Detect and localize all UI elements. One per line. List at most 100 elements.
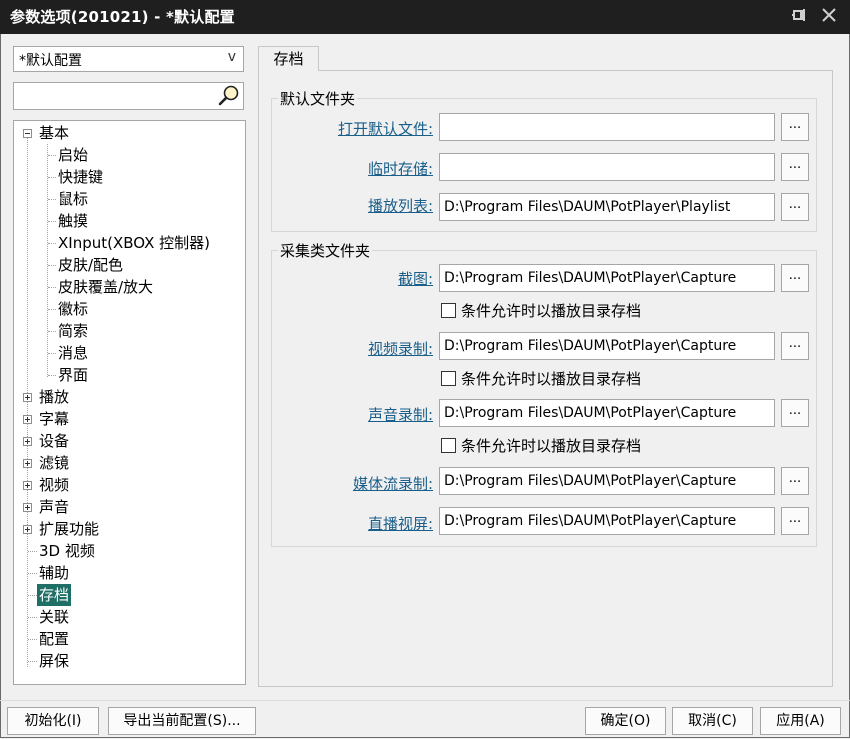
tree-item-interface[interactable]: 界面	[58, 364, 88, 386]
cancel-button[interactable]: 取消(C)	[672, 707, 753, 735]
tree-connector	[48, 331, 56, 332]
tree-connector	[48, 287, 56, 288]
search-box[interactable]	[13, 82, 244, 110]
tree-item-screensaver[interactable]: 屏保	[39, 650, 69, 672]
close-icon[interactable]	[820, 5, 838, 25]
tree-item-playback[interactable]: 播放	[39, 386, 69, 408]
temp-storage-link[interactable]: 临时存储:	[368, 158, 433, 179]
tab-archive[interactable]: 存档	[258, 46, 319, 71]
live-screen-field[interactable]: D:\Program Files\DAUM\PotPlayer\Capture	[439, 507, 775, 535]
tree-item-video[interactable]: 视频	[39, 474, 69, 496]
tree-item-skin-overlay[interactable]: 皮肤覆盖/放大	[58, 276, 153, 298]
stream-record-link[interactable]: 媒体流录制:	[353, 473, 433, 494]
browse-button[interactable]: ...	[781, 399, 809, 427]
tree-item-mouse[interactable]: 鼠标	[58, 188, 88, 210]
tree-item-startup[interactable]: 启始	[58, 144, 88, 166]
audio-record-link[interactable]: 声音录制:	[368, 404, 433, 425]
open-default-file-link[interactable]: 打开默认文件:	[338, 118, 433, 139]
browse-button[interactable]: ...	[781, 193, 809, 221]
tree-item-extensions[interactable]: 扩展功能	[39, 518, 99, 540]
settings-tree: 基本 启始 快捷键 鼠标 触摸 XInput(XBOX 控制器) 皮肤/配色 皮…	[13, 120, 246, 685]
tree-item-assist[interactable]: 辅助	[39, 562, 69, 584]
search-input[interactable]	[16, 85, 216, 109]
expand-icon[interactable]	[23, 437, 32, 446]
ok-button[interactable]: 确定(O)	[585, 707, 666, 735]
tree-item-config[interactable]: 配置	[39, 628, 69, 650]
browse-button[interactable]: ...	[781, 113, 809, 141]
screenshot-save-label[interactable]: 条件允许时以播放目录存档	[461, 300, 641, 321]
screenshot-field[interactable]: D:\Program Files\DAUM\PotPlayer\Capture	[439, 264, 775, 292]
playlist-link[interactable]: 播放列表:	[368, 195, 433, 216]
tree-item-associations[interactable]: 关联	[39, 606, 69, 628]
init-button[interactable]: 初始化(I)	[7, 707, 99, 735]
expand-icon[interactable]	[23, 459, 32, 468]
video-record-save-checkbox[interactable]	[441, 371, 456, 386]
tree-item-hotkeys[interactable]: 快捷键	[58, 166, 103, 188]
tree-connector	[47, 144, 48, 377]
expand-icon[interactable]	[23, 525, 32, 534]
tree-item-logo[interactable]: 徽标	[58, 298, 88, 320]
tree-item-archive[interactable]: 存档	[37, 584, 72, 606]
chevron-down-icon: v	[227, 49, 236, 65]
footer-separator	[0, 700, 850, 701]
capture-folders-title: 采集类文件夹	[278, 240, 373, 261]
browse-button[interactable]: ...	[781, 467, 809, 495]
screenshot-link[interactable]: 截图:	[398, 268, 433, 289]
expand-icon[interactable]	[23, 481, 32, 490]
title-bar: 参数选项(201021) - *默认配置	[0, 0, 850, 34]
default-folders-title: 默认文件夹	[278, 88, 358, 109]
tree-item-3d-video[interactable]: 3D 视频	[39, 540, 95, 562]
video-record-field[interactable]: D:\Program Files\DAUM\PotPlayer\Capture	[439, 332, 775, 360]
tree-connector	[27, 137, 28, 667]
tree-connector	[28, 639, 37, 640]
tree-connector	[48, 353, 56, 354]
screenshot-save-checkbox[interactable]	[441, 303, 456, 318]
tree-connector	[28, 551, 37, 552]
tree-connector	[28, 595, 37, 596]
tree-item-messages[interactable]: 消息	[58, 342, 88, 364]
tree-item-filters[interactable]: 滤镜	[39, 452, 69, 474]
tree-item-basic[interactable]: 基本	[39, 122, 69, 144]
tree-connector	[48, 221, 56, 222]
export-config-button[interactable]: 导出当前配置(S)...	[108, 707, 256, 735]
tree-item-index[interactable]: 简索	[58, 320, 88, 342]
audio-record-save-checkbox[interactable]	[441, 438, 456, 453]
live-screen-link[interactable]: 直播视屏:	[368, 513, 433, 534]
tree-item-touch[interactable]: 触摸	[58, 210, 88, 232]
tree-connector	[28, 573, 37, 574]
audio-record-field[interactable]: D:\Program Files\DAUM\PotPlayer\Capture	[439, 399, 775, 427]
browse-button[interactable]: ...	[781, 332, 809, 360]
tree-item-xinput[interactable]: XInput(XBOX 控制器)	[58, 232, 210, 254]
tree-connector	[48, 375, 56, 376]
config-select[interactable]: *默认配置 v	[13, 46, 244, 72]
tree-connector	[48, 177, 56, 178]
tree-connector	[28, 661, 37, 662]
tree-connector	[48, 265, 56, 266]
video-record-save-label[interactable]: 条件允许时以播放目录存档	[461, 368, 641, 389]
tree-item-audio[interactable]: 声音	[39, 496, 69, 518]
tree-connector	[48, 309, 56, 310]
expand-icon[interactable]	[23, 415, 32, 424]
tree-connector	[48, 199, 56, 200]
tree-item-devices[interactable]: 设备	[39, 430, 69, 452]
search-icon[interactable]	[217, 84, 241, 108]
browse-button[interactable]: ...	[781, 507, 809, 535]
pin-icon[interactable]	[791, 6, 809, 26]
expand-icon[interactable]	[23, 393, 32, 402]
collapse-icon[interactable]	[23, 129, 32, 138]
apply-button[interactable]: 应用(A)	[760, 707, 841, 735]
tree-connector	[28, 617, 37, 618]
playlist-field[interactable]: D:\Program Files\DAUM\PotPlayer\Playlist	[439, 193, 775, 221]
video-record-link[interactable]: 视频录制:	[368, 338, 433, 359]
tree-item-subtitles[interactable]: 字幕	[39, 408, 69, 430]
browse-button[interactable]: ...	[781, 264, 809, 292]
expand-icon[interactable]	[23, 503, 32, 512]
open-default-file-field[interactable]	[439, 113, 775, 141]
audio-record-save-label[interactable]: 条件允许时以播放目录存档	[461, 435, 641, 456]
browse-button[interactable]: ...	[781, 153, 809, 181]
stream-record-field[interactable]: D:\Program Files\DAUM\PotPlayer\Capture	[439, 467, 775, 495]
tree-item-skin[interactable]: 皮肤/配色	[58, 254, 123, 276]
config-select-value: *默认配置	[19, 53, 82, 69]
tree-connector	[48, 243, 56, 244]
temp-storage-field[interactable]	[439, 153, 775, 181]
